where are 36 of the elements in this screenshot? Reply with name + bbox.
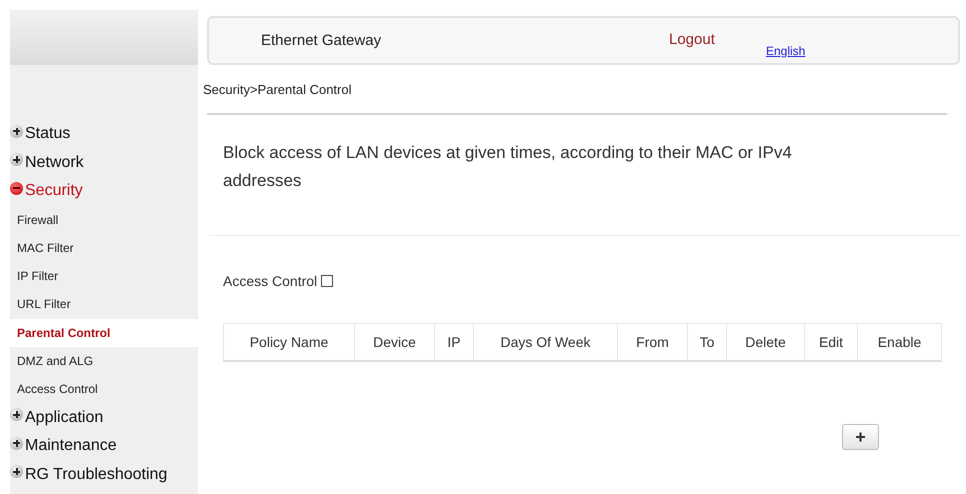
submenu-item[interactable]: DMZ and ALG	[10, 346, 198, 376]
logout-link[interactable]: Logout	[669, 31, 715, 48]
add-button[interactable]: +	[842, 424, 879, 450]
submenu-item[interactable]: URL Filter	[10, 290, 198, 319]
submenu-item[interactable]: Access Control	[10, 375, 198, 404]
submenu-item[interactable]: Firewall	[10, 206, 198, 234]
menu-item[interactable]: Application	[10, 404, 198, 432]
menu-item[interactable]: Network	[10, 148, 198, 177]
gateway-title: Ethernet Gateway	[261, 32, 382, 49]
column-header: Enable	[876, 333, 922, 352]
menu-label: Maintenance	[25, 437, 117, 456]
menu-item[interactable]: Maintenance	[10, 432, 198, 461]
column-header: Delete	[727, 324, 805, 360]
menu-label: Security	[25, 182, 83, 200]
description-text: Block access of LAN devices at given times, according to their MAC or IPv4 addresses	[223, 142, 793, 192]
submenu-item[interactable]: IP Filter	[10, 262, 198, 290]
menu-label: Network	[25, 154, 84, 172]
column-header: Edit	[805, 324, 858, 360]
submenu-item[interactable]: Parental Control	[10, 318, 198, 347]
breadcrumb: Security>Parental Control	[203, 82, 352, 97]
column-header: To	[688, 324, 727, 360]
menu-item[interactable]: Security	[10, 177, 198, 206]
column-header: Policy Name	[224, 324, 355, 360]
menu-item[interactable]: RG Troubleshooting	[10, 460, 198, 490]
menu-label: Application	[25, 408, 104, 427]
access-control-checkbox[interactable]	[321, 275, 334, 287]
column-header: Days Of Week	[474, 324, 618, 360]
column-header: Device	[355, 324, 435, 360]
column-header: IP	[435, 324, 474, 360]
language-link[interactable]: English	[766, 44, 806, 58]
menu-label: Status	[25, 125, 70, 144]
access-control-label: Access Control	[223, 273, 318, 289]
menu-item[interactable]: Status	[10, 120, 198, 148]
column-header: From	[618, 324, 688, 360]
submenu-item[interactable]: MAC Filter	[10, 234, 198, 262]
menu-label: RG Troubleshooting	[25, 466, 168, 484]
